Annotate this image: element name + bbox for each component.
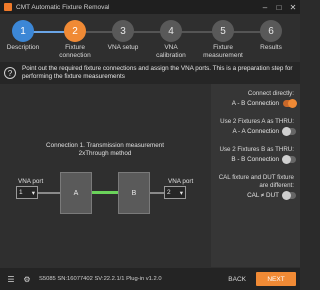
- step-number: 1: [12, 20, 34, 42]
- option-title: Connect directly:: [247, 90, 294, 97]
- connection-options-panel: Connect directly: A - B Connection Use 2…: [211, 84, 300, 267]
- instruction-bar: ? Point out the required fixture connect…: [0, 62, 300, 84]
- instruction-text: Point out the required fixture connectio…: [22, 65, 293, 80]
- bb-connection-toggle[interactable]: [282, 155, 296, 164]
- option-title: Use 2 Fixtures B as THRU:: [219, 146, 295, 153]
- left-port-label: VNA port: [18, 178, 44, 185]
- step-label: Fixture measurement: [203, 44, 243, 59]
- step-label: VNA calibration: [156, 44, 186, 59]
- step-vna-calibration[interactable]: 4 VNA calibration: [141, 20, 201, 59]
- step-label: Results: [260, 44, 282, 51]
- option-label: A - A Connection: [232, 128, 279, 135]
- step-label: Description: [6, 44, 40, 51]
- option-ab-connection[interactable]: A - B Connection: [215, 99, 297, 108]
- right-port-label: VNA port: [168, 178, 194, 185]
- connection-title-line2: 2xThrough method: [78, 150, 132, 157]
- thru-connection-line: [92, 191, 118, 194]
- right-port-value: 2: [167, 189, 171, 196]
- title-bar: CMT Automatic Fixture Removal – □ ✕: [0, 0, 300, 14]
- fixture-b: B: [118, 172, 150, 214]
- right-cable: [150, 192, 164, 194]
- fixture-a: A: [60, 172, 92, 214]
- wizard-stepper: 1 Description 2 Fixture connection 3 VNA…: [0, 14, 300, 60]
- option-title: CAL fixture and DUT fixture are differen…: [218, 174, 294, 189]
- option-bb-connection[interactable]: B - B Connection: [215, 155, 296, 164]
- connection-title: Connection 1. Transmission measurement 2…: [45, 142, 165, 158]
- aa-connection-toggle[interactable]: [282, 127, 296, 136]
- option-aa-connection[interactable]: A - A Connection: [215, 127, 296, 136]
- left-port-value: 1: [19, 189, 23, 196]
- minimize-icon[interactable]: –: [258, 0, 272, 14]
- step-number: 3: [112, 20, 134, 42]
- list-icon[interactable]: ☰: [3, 271, 19, 287]
- option-cal-dut[interactable]: CAL ≠ DUT: [215, 191, 296, 200]
- left-port-select[interactable]: 1 ▾: [16, 186, 38, 199]
- chevron-down-icon: ▾: [31, 189, 35, 197]
- step-number: 4: [160, 20, 182, 42]
- gear-icon[interactable]: ⚙: [19, 271, 35, 287]
- maximize-icon[interactable]: □: [272, 0, 286, 14]
- step-number: 6: [260, 20, 282, 42]
- close-icon[interactable]: ✕: [286, 0, 300, 14]
- right-port-select[interactable]: 2 ▾: [164, 186, 186, 199]
- connection-title-line1: Connection 1. Transmission measurement: [46, 142, 164, 149]
- next-button[interactable]: NEXT: [256, 272, 296, 286]
- step-label: VNA setup: [107, 44, 139, 51]
- connection-diagram: Connection 1. Transmission measurement 2…: [0, 86, 210, 266]
- device-status: S5085 SN:16077402 SV:22.2.1/1 Plug-in v1…: [39, 276, 162, 282]
- step-results[interactable]: 6 Results: [241, 20, 301, 52]
- window-title: CMT Automatic Fixture Removal: [16, 3, 110, 11]
- ab-connection-toggle[interactable]: [283, 99, 297, 108]
- app-window: CMT Automatic Fixture Removal – □ ✕ 1 De…: [0, 0, 300, 290]
- left-cable: [38, 192, 60, 194]
- chevron-down-icon: ▾: [179, 189, 183, 197]
- option-label: A - B Connection: [231, 100, 279, 107]
- step-number: 5: [212, 20, 234, 42]
- question-icon[interactable]: ?: [4, 67, 16, 79]
- app-logo-icon: [4, 3, 12, 11]
- cal-dut-toggle[interactable]: [282, 191, 296, 200]
- step-number: 2: [64, 20, 86, 42]
- back-button[interactable]: BACK: [228, 276, 246, 283]
- option-label: B - B Connection: [231, 156, 279, 163]
- option-label: CAL ≠ DUT: [247, 192, 279, 199]
- footer-bar: ☰ ⚙ S5085 SN:16077402 SV:22.2.1/1 Plug-i…: [0, 268, 300, 290]
- option-title: Use 2 Fixtures A as THRU:: [220, 118, 294, 125]
- step-label: Fixture connection: [59, 44, 91, 59]
